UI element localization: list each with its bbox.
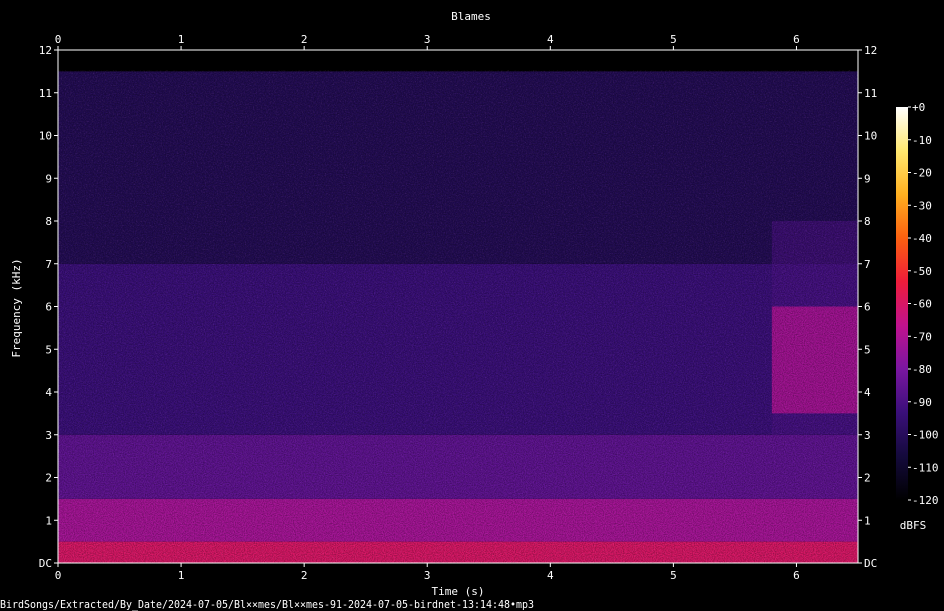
x-tick-label: 0 — [55, 569, 62, 582]
colorbar-tick-label: -10 — [912, 134, 932, 147]
colorbar: +0 -10 -20 -30 -40 -50 -60 -70 -80 -90 -100 -110 -12… — [896, 101, 939, 532]
y-tick-label: 11 — [864, 87, 877, 100]
x-tick-label: 5 — [670, 33, 677, 46]
colorbar-unit-label: dBFS — [900, 519, 927, 532]
y-tick-label: 12 — [39, 44, 52, 57]
y-tick-label: 1 — [864, 514, 871, 527]
colorbar-tick-label: -40 — [912, 232, 932, 245]
colorbar-tick-label: -30 — [912, 199, 932, 212]
x-tick-label: 3 — [424, 33, 431, 46]
x-tick-label: 1 — [178, 569, 185, 582]
colorbar-tick-label: -50 — [912, 265, 932, 278]
y-axis-left: DC123456789101112 — [39, 44, 58, 570]
x-tick-label: 3 — [424, 569, 431, 582]
x-axis-top: 0 1 2 3 4 5 6 — [55, 33, 800, 50]
colorbar-tick-label: -20 — [912, 167, 932, 180]
chart-title: Blames — [451, 10, 491, 23]
y-tick-label: 12 — [864, 44, 877, 57]
x-tick-label: 5 — [670, 569, 677, 582]
x-tick-label: 0 — [55, 33, 62, 46]
y-tick-label: 3 — [864, 429, 871, 442]
colorbar-tick-label: +0 — [912, 101, 925, 114]
y-tick-label: 9 — [45, 172, 52, 185]
y-tick-label: 7 — [864, 258, 871, 271]
y-axis-label: Frequency (kHz) — [10, 258, 23, 357]
colorbar-tick-label: -70 — [912, 330, 932, 343]
x-tick-label: 2 — [301, 33, 308, 46]
colorbar-ticks: +0 -10 -20 -30 -40 -50 -60 -70 -80 -90 -100 -110 -12… — [908, 101, 939, 507]
y-tick-label: 5 — [864, 343, 871, 356]
y-tick-label: 8 — [864, 215, 871, 228]
y-tick-label: 3 — [45, 429, 52, 442]
y-tick-label: 2 — [45, 472, 52, 485]
y-tick-label: 6 — [864, 301, 871, 314]
y-tick-label: 1 — [45, 514, 52, 527]
y-tick-label: 6 — [45, 301, 52, 314]
y-tick-label: 9 — [864, 172, 871, 185]
colorbar-tick-label: -120 — [912, 494, 939, 507]
colorbar-tick-label: -100 — [912, 429, 939, 442]
y-tick-label: 2 — [864, 472, 871, 485]
y-tick-label: 4 — [864, 386, 871, 399]
colorbar-tick-label: -60 — [912, 298, 932, 311]
colorbar-tick-label: -110 — [912, 461, 939, 474]
y-axis-right: DC123456789101112 — [858, 44, 877, 570]
x-tick-label: 2 — [301, 569, 308, 582]
x-tick-label: 1 — [178, 33, 185, 46]
x-tick-label: 4 — [547, 33, 554, 46]
x-tick-label: 6 — [793, 569, 800, 582]
x-tick-label: 6 — [793, 33, 800, 46]
y-tick-label: DC — [39, 557, 52, 570]
y-tick-label: 10 — [39, 130, 52, 143]
y-tick-label: 8 — [45, 215, 52, 228]
y-tick-label: DC — [864, 557, 877, 570]
x-axis-bottom: 0 1 2 3 4 5 6 — [55, 563, 800, 582]
x-axis-label: Time (s) — [432, 585, 485, 598]
y-tick-label: 4 — [45, 386, 52, 399]
y-tick-label: 5 — [45, 343, 52, 356]
y-tick-label: 7 — [45, 258, 52, 271]
colorbar-tick-label: -90 — [912, 396, 932, 409]
spectrogram-plot-area — [58, 50, 858, 563]
file-path-caption: BirdSongs/Extracted/By_Date/2024-07-05/B… — [0, 598, 534, 611]
y-tick-label: 11 — [39, 87, 52, 100]
y-tick-label: 10 — [864, 130, 877, 143]
colorbar-gradient — [896, 107, 908, 500]
colorbar-tick-label: -80 — [912, 363, 932, 376]
spectrogram-chart: Blames 0123456 0123456 DC123456789101112… — [0, 10, 939, 611]
noise-texture-dark — [58, 70, 858, 563]
x-tick-label: 4 — [547, 569, 554, 582]
